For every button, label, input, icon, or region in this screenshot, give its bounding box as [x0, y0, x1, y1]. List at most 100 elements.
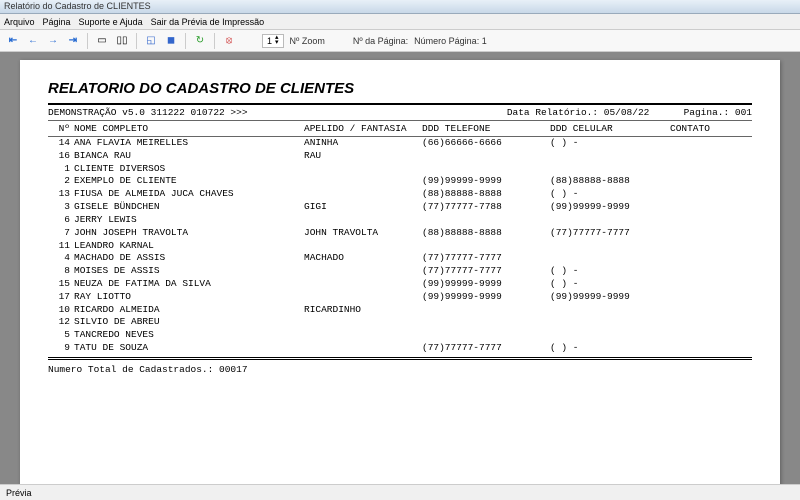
total-label: Numero Total de Cadastrados.: [48, 364, 213, 375]
table-row: 3GISELE BÜNDCHENGIGI(77)77777-7788(99)99… [48, 201, 752, 214]
cell-celular: ( ) - [550, 137, 670, 150]
cell-telefone [422, 316, 550, 329]
cell-telefone [422, 304, 550, 317]
stepper-icon: ▴▾ [275, 36, 279, 44]
cell-n: 10 [48, 304, 74, 317]
zoom-full-button[interactable]: ◼ [162, 32, 180, 50]
cell-nome: GISELE BÜNDCHEN [74, 201, 304, 214]
table-row: 4MACHADO DE ASSISMACHADO(77)77777-7777 [48, 252, 752, 265]
table-row: 12SILVIO DE ABREU [48, 316, 752, 329]
report-subheader: DEMONSTRAÇÃO v5.0 311222 010722 >>> Data… [48, 103, 752, 121]
cell-apelido [304, 163, 422, 176]
report-rows: 14ANA FLAVIA MEIRELLESANINHA(66)66666-66… [48, 137, 752, 355]
cell-nome: ANA FLAVIA MEIRELLES [74, 137, 304, 150]
cell-telefone: (99)99999-9999 [422, 291, 550, 304]
cell-celular: (77)77777-7777 [550, 227, 670, 240]
toolbar-separator [214, 33, 215, 49]
cell-telefone: (88)88888-8888 [422, 188, 550, 201]
window-title: Relatório do Cadastro de CLIENTES [4, 1, 151, 11]
cell-nome: RAY LIOTTO [74, 291, 304, 304]
cell-n: 1 [48, 163, 74, 176]
menubar: Arquivo Página Suporte e Ajuda Sair da P… [0, 14, 800, 30]
report-page-label: Pagina.: [684, 107, 730, 118]
next-page-button[interactable]: → [44, 32, 62, 50]
cell-nome: TANCREDO NEVES [74, 329, 304, 342]
cell-telefone: (77)77777-7777 [422, 252, 550, 265]
table-row: 16BIANCA RAURAU [48, 150, 752, 163]
print-preview-window: Relatório do Cadastro de CLIENTES Arquiv… [0, 0, 800, 500]
cell-n: 5 [48, 329, 74, 342]
cell-n: 3 [48, 201, 74, 214]
cell-n: 16 [48, 150, 74, 163]
zoom-stepper[interactable]: 1 ▴▾ [262, 34, 284, 48]
toolbar-separator [136, 33, 137, 49]
cell-contato [670, 278, 752, 291]
toolbar: ⇤ ← → ⇥ ▭ ▯▯ ◱ ◼ ↻ ⦻ 1 ▴▾ Nº Zoom Nº da … [0, 30, 800, 52]
preview-area[interactable]: RELATORIO DO CADASTRO DE CLIENTES DEMONS… [0, 52, 800, 484]
cell-contato [670, 304, 752, 317]
cell-apelido: MACHADO [304, 252, 422, 265]
cell-nome: BIANCA RAU [74, 150, 304, 163]
refresh-button[interactable]: ↻ [191, 32, 209, 50]
report-date-block: Data Relatório.: 05/08/22 Pagina.: 001 [507, 107, 752, 118]
cell-nome: NEUZA DE FATIMA DA SILVA [74, 278, 304, 291]
cell-contato [670, 163, 752, 176]
report-date-label: Data Relatório.: [507, 107, 598, 118]
menu-sair[interactable]: Sair da Prévia de Impressão [151, 17, 265, 27]
col-header-telefone: DDD TELEFONE [422, 123, 550, 134]
menu-pagina[interactable]: Página [43, 17, 71, 27]
cell-telefone: (99)99999-9999 [422, 278, 550, 291]
cell-celular [550, 329, 670, 342]
cell-telefone [422, 240, 550, 253]
cell-contato [670, 201, 752, 214]
table-row: 15NEUZA DE FATIMA DA SILVA(99)99999-9999… [48, 278, 752, 291]
first-page-button[interactable]: ⇤ [4, 32, 22, 50]
report-title: RELATORIO DO CADASTRO DE CLIENTES [48, 80, 752, 97]
cell-n: 6 [48, 214, 74, 227]
page-view-button[interactable]: ▭ [93, 32, 111, 50]
cell-apelido [304, 214, 422, 227]
cell-apelido [304, 175, 422, 188]
cell-telefone: (88)88888-8888 [422, 227, 550, 240]
report-footer: Numero Total de Cadastrados.: 00017 [48, 357, 752, 375]
zoom-label: Nº Zoom [290, 36, 325, 46]
cell-n: 9 [48, 342, 74, 355]
close-preview-button[interactable]: ⦻ [220, 32, 238, 50]
cell-n: 13 [48, 188, 74, 201]
cell-nome: SILVIO DE ABREU [74, 316, 304, 329]
col-header-contato: CONTATO [670, 123, 752, 134]
report-date: 05/08/22 [604, 107, 650, 118]
prev-page-button[interactable]: ← [24, 32, 42, 50]
cell-celular: ( ) - [550, 188, 670, 201]
zoom-fit-button[interactable]: ◱ [142, 32, 160, 50]
two-page-view-button[interactable]: ▯▯ [113, 32, 131, 50]
cell-nome: CLIENTE DIVERSOS [74, 163, 304, 176]
cell-apelido: RICARDINHO [304, 304, 422, 317]
menu-arquivo[interactable]: Arquivo [4, 17, 35, 27]
cell-contato [670, 214, 752, 227]
cell-celular: (88)88888-8888 [550, 175, 670, 188]
zoom-value: 1 [267, 36, 272, 46]
table-row: 8MOISES DE ASSIS(77)77777-7777( ) - [48, 265, 752, 278]
menu-suporte[interactable]: Suporte e Ajuda [79, 17, 143, 27]
cell-apelido [304, 316, 422, 329]
cell-celular [550, 304, 670, 317]
cell-telefone: (77)77777-7777 [422, 265, 550, 278]
cell-celular [550, 252, 670, 265]
table-row: 17RAY LIOTTO (99)99999-9999(99)99999-9999 [48, 291, 752, 304]
statusbar: Prévia [0, 484, 800, 500]
table-row: 2EXEMPLO DE CLIENTE(99)99999-9999(88)888… [48, 175, 752, 188]
cell-apelido: RAU [304, 150, 422, 163]
last-page-button[interactable]: ⇥ [64, 32, 82, 50]
cell-nome: MACHADO DE ASSIS [74, 252, 304, 265]
cell-apelido: ANINHA [304, 137, 422, 150]
cell-apelido [304, 278, 422, 291]
cell-apelido [304, 188, 422, 201]
cell-n: 8 [48, 265, 74, 278]
cell-n: 17 [48, 291, 74, 304]
cell-celular: (99)99999-9999 [550, 291, 670, 304]
cell-apelido: JOHN TRAVOLTA [304, 227, 422, 240]
total-value: 00017 [219, 364, 248, 375]
cell-nome: LEANDRO KARNAL [74, 240, 304, 253]
table-row: 10RICARDO ALMEIDARICARDINHO [48, 304, 752, 317]
